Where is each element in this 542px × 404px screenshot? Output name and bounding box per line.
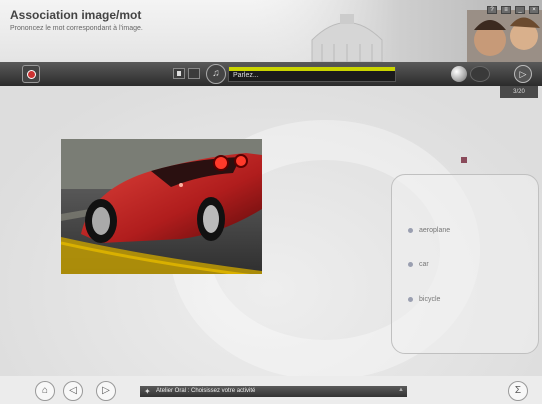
home-button[interactable]: ⌂ [35, 381, 55, 401]
close-button[interactable]: × [529, 6, 539, 14]
exercise-image [61, 139, 262, 274]
speech-level-meter: Parlez... [228, 66, 396, 82]
status-dropdown-icon[interactable]: ▲ [398, 387, 404, 393]
replay-sphere-button[interactable] [451, 66, 467, 82]
microphone-button[interactable]: ♫ [206, 64, 226, 84]
next-button[interactable]: ▷ [514, 65, 532, 83]
answer-option[interactable]: aeroplane [408, 227, 450, 234]
back-icon: ◁ [69, 385, 77, 396]
car-photo [61, 139, 262, 274]
answer-label: bicycle [419, 296, 441, 303]
answer-label: car [419, 261, 429, 268]
app-window: Association image/mot Prononcez le mot c… [0, 0, 542, 404]
record-icon [26, 69, 36, 79]
sigma-icon: Σ [514, 385, 522, 396]
summary-button[interactable]: Σ [508, 381, 528, 401]
footer-bar: ⌂ ◁ ▷ ✦ Atelier Oral : Choisissez votre … [0, 376, 542, 404]
forward-icon: ▷ [102, 385, 110, 396]
answer-option[interactable]: car [408, 261, 429, 268]
pause-button[interactable] [188, 68, 200, 79]
bullet-icon [408, 228, 413, 233]
page-title: Association image/mot [10, 8, 142, 22]
header-decoration-image [252, 0, 542, 62]
progress-counter: 3/20 [500, 86, 538, 98]
record-button[interactable] [22, 65, 40, 83]
toolbar: ♫ Parlez... ▷ [0, 62, 542, 86]
settings-button[interactable]: ≡ [501, 6, 511, 14]
answer-panel: aeroplane car bicycle [391, 174, 539, 354]
back-button[interactable]: ◁ [63, 381, 83, 401]
bullet-icon [408, 297, 413, 302]
mic-icon: ♫ [212, 68, 220, 79]
header: Association image/mot Prononcez le mot c… [0, 0, 542, 62]
instruction-text: Prononcez le mot correspondant à l'image… [10, 25, 143, 32]
status-text: Atelier Oral : Choisissez votre activité [156, 388, 256, 394]
forward-button[interactable]: ▷ [96, 381, 116, 401]
answer-label: aeroplane [419, 227, 451, 234]
answer-option[interactable]: bicycle [408, 296, 440, 303]
home-icon: ⌂ [41, 385, 49, 396]
speak-prompt: Parlez... [233, 72, 259, 79]
selection-marker [461, 157, 467, 163]
level-bar [229, 67, 395, 71]
bullet-icon [408, 262, 413, 267]
help-button[interactable]: ? [487, 6, 497, 14]
next-icon: ▷ [519, 69, 527, 79]
minimize-button[interactable]: _ [515, 6, 525, 14]
stop-button[interactable] [173, 68, 185, 79]
status-bar: ✦ Atelier Oral : Choisissez votre activi… [140, 386, 407, 397]
person-icon: ✦ [144, 387, 151, 396]
volume-button[interactable] [470, 66, 490, 82]
